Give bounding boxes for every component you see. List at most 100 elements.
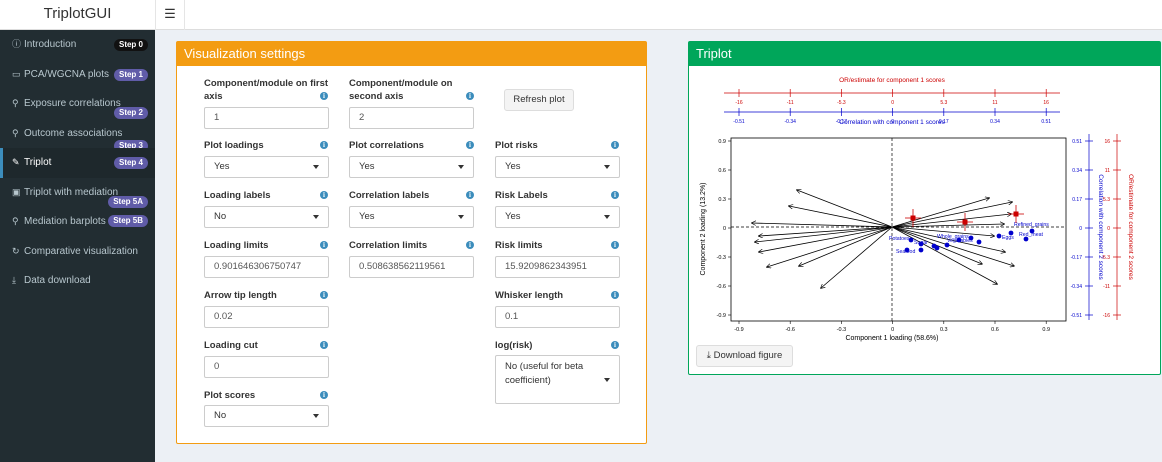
loading-arrow <box>891 202 1012 228</box>
info-icon: ⓘ <box>12 39 22 49</box>
correlation-limits-input[interactable]: 0.508638562119561 <box>349 256 474 278</box>
sidebar-item-label: Comparative visualization <box>24 245 138 257</box>
caret-down-icon <box>458 215 464 219</box>
info-icon[interactable]: i <box>466 92 474 100</box>
field-label: Risk Labels <box>495 190 548 201</box>
plot-loadings-select[interactable]: Yes <box>204 156 329 178</box>
info-icon[interactable]: i <box>466 141 474 149</box>
select-value: Yes <box>214 161 230 172</box>
visualization-settings-box: Visualization settings Component/module … <box>176 41 647 444</box>
top-blue-tick-label: 0.51 <box>1041 119 1051 125</box>
info-icon[interactable]: i <box>611 141 619 149</box>
info-icon[interactable]: i <box>466 241 474 249</box>
info-icon[interactable]: i <box>466 191 474 199</box>
info-icon[interactable]: i <box>320 241 328 249</box>
correlation-label: Potatoes <box>889 236 910 242</box>
risk-point <box>1013 211 1019 217</box>
hamburger-icon[interactable]: ☰ <box>155 0 185 30</box>
field-label: Plot scores <box>204 390 256 401</box>
refresh-plot-button[interactable]: Refresh plot <box>504 89 574 111</box>
risk-point <box>962 219 968 225</box>
loading-limits-input[interactable]: 0.901646306750747 <box>204 256 329 278</box>
field-label: Component/module on first axis <box>204 78 329 102</box>
caret-down-icon <box>313 215 319 219</box>
correlation-point <box>996 233 1002 239</box>
right-red-tick-label: -11 <box>1103 284 1110 290</box>
top-red-tick-label: 5.3 <box>940 100 947 106</box>
sidebar-item-pca[interactable]: ▭ PCA/WGCNA plots Step 1 <box>0 60 155 90</box>
arrow-tip-input[interactable]: 0.02 <box>204 306 329 328</box>
right-blue-tick-label: -0.51 <box>1071 313 1083 319</box>
sidebar-item-label: Triplot with mediation <box>24 186 119 198</box>
sidebar-item-label: Mediation barplots <box>24 216 106 227</box>
sidebar-item-label: Introduction <box>24 39 77 50</box>
sidebar-item-label: Triplot <box>24 157 52 168</box>
select-value: No <box>214 410 227 421</box>
right-blue-axis-label: Correlation with component 2 scores <box>1097 174 1104 280</box>
loading-arrow <box>797 190 893 228</box>
x-tick-label: -0.3 <box>837 327 846 333</box>
field-label: Correlation labels <box>349 190 430 201</box>
comp1-input[interactable]: 1 <box>204 107 329 129</box>
image-icon: ▣ <box>12 186 21 197</box>
desktop-icon: ▭ <box>12 68 21 79</box>
y-tick-label: -0.6 <box>717 284 726 290</box>
info-icon[interactable]: i <box>320 191 328 199</box>
x-tick-label: 0.6 <box>991 327 999 333</box>
top-blue-tick-label: -0.17 <box>836 119 848 125</box>
info-icon[interactable]: i <box>611 191 619 199</box>
right-red-tick-label: 0 <box>1107 226 1110 232</box>
sidebar-item-data-download[interactable]: ⤓ Data download <box>0 266 155 296</box>
whisker-length-input[interactable]: 0.1 <box>495 306 620 328</box>
info-icon[interactable]: i <box>611 291 619 299</box>
comp2-field: Component/module on second axis <box>349 77 474 103</box>
right-blue-tick-label: -0.34 <box>1071 284 1083 290</box>
log-risk-select[interactable]: No (useful for beta coefficient) <box>495 355 620 404</box>
sidebar-item-triplot-mediation[interactable]: ▣ Triplot with mediation Step 5A <box>0 178 155 208</box>
y-tick-label: -0.3 <box>717 255 726 261</box>
sidebar-item-mediation-barplots[interactable]: ⚲ Mediation barplots Step 5B <box>0 207 155 237</box>
caret-down-icon <box>458 165 464 169</box>
risk-labels-select[interactable]: Yes <box>495 206 620 228</box>
sidebar-item-label: PCA/WGCNA plots <box>24 68 110 80</box>
info-icon[interactable]: i <box>611 241 619 249</box>
info-icon[interactable]: i <box>320 391 328 399</box>
plot-risks-select[interactable]: Yes <box>495 156 620 178</box>
x-tick-label: 0 <box>891 327 894 333</box>
plot-scores-select[interactable]: No <box>204 405 329 427</box>
step-badge: Step 4 <box>113 157 148 169</box>
loading-cut-input[interactable]: 0 <box>204 356 329 378</box>
y-tick-label: -0.9 <box>717 313 726 319</box>
right-blue-tick-label: 0.17 <box>1072 197 1082 203</box>
button-label: Download figure <box>713 350 783 361</box>
loading-labels-select[interactable]: No <box>204 206 329 228</box>
info-icon[interactable]: i <box>320 341 328 349</box>
right-red-tick-label: 11 <box>1105 168 1110 174</box>
step-badge: Step 0 <box>113 39 148 51</box>
info-icon[interactable]: i <box>320 141 328 149</box>
risk-limits-input[interactable]: 15.9209862343951 <box>495 256 620 278</box>
sidebar-item-exposure[interactable]: ⚲ Exposure correlations Step 2 <box>0 89 155 119</box>
info-icon[interactable]: i <box>320 92 328 100</box>
sidebar-item-triplot[interactable]: ✎ Triplot Step 4 <box>0 148 155 178</box>
sidebar-item-introduction[interactable]: ⓘ Introduction Step 0 <box>0 30 155 60</box>
step-badge: Step 3 <box>113 139 148 148</box>
top-red-axis-label: OR/estimate for component 1 scores <box>839 77 946 84</box>
info-icon[interactable]: i <box>320 291 328 299</box>
top-red-tick-label: -16 <box>735 100 742 106</box>
top-blue-tick-label: 0.17 <box>939 119 949 125</box>
info-icon[interactable]: i <box>611 341 619 349</box>
correlation-labels-select[interactable]: Yes <box>349 206 474 228</box>
y-axis-label: Component 2 loading (13.2%) <box>700 182 707 275</box>
y-tick-label: 0.9 <box>718 139 726 145</box>
comp2-input[interactable]: 2 <box>349 107 474 129</box>
sidebar-item-outcome[interactable]: ⚲ Outcome associations Step 3 <box>0 119 155 148</box>
x-tick-label: -0.9 <box>734 327 743 333</box>
field-label: Loading labels <box>204 190 271 201</box>
plot-correlations-select[interactable]: Yes <box>349 156 474 178</box>
search-icon: ⚲ <box>12 98 19 108</box>
download-figure-button[interactable]: ⤓ Download figure <box>696 345 793 367</box>
sidebar: ⓘ Introduction Step 0 ▭ PCA/WGCNA plots Step… <box>0 30 155 462</box>
sidebar-item-comparative[interactable]: ↻ Comparative visualization <box>0 237 155 267</box>
search-icon: ⚲ <box>12 216 19 226</box>
